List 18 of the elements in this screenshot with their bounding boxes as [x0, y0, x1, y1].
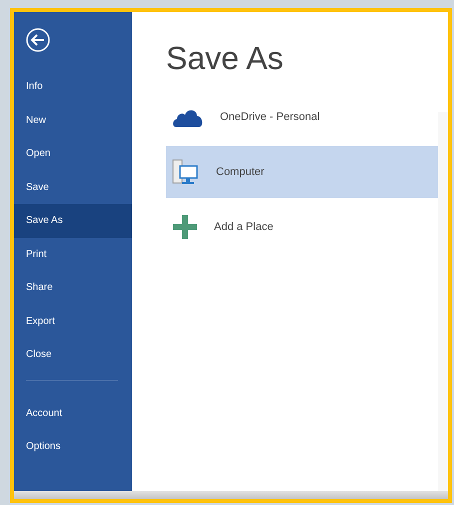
page-title: Save As: [166, 40, 284, 77]
menu-item[interactable]: Open: [14, 137, 132, 170]
back-icon[interactable]: [26, 28, 50, 52]
menu-item[interactable]: Account: [14, 396, 132, 430]
menu-item[interactable]: Export: [14, 304, 132, 338]
menu-item[interactable]: Save: [14, 170, 132, 204]
menu-item[interactable]: New: [14, 104, 132, 137]
menu-item[interactable]: Share: [14, 271, 132, 304]
menu-item[interactable]: Print: [14, 238, 132, 271]
computer-icon: [172, 158, 200, 186]
menu-item[interactable]: Close: [14, 338, 132, 372]
place-item[interactable]: OneDrive - Personal: [166, 91, 438, 143]
plus-icon: [172, 214, 198, 240]
place-item[interactable]: Add a Place: [166, 201, 438, 253]
menu-item[interactable]: Info: [14, 70, 132, 104]
menu-item[interactable]: Options: [14, 430, 132, 464]
place-item[interactable]: Computer: [166, 146, 438, 198]
menu-item[interactable]: Save As: [14, 204, 132, 238]
